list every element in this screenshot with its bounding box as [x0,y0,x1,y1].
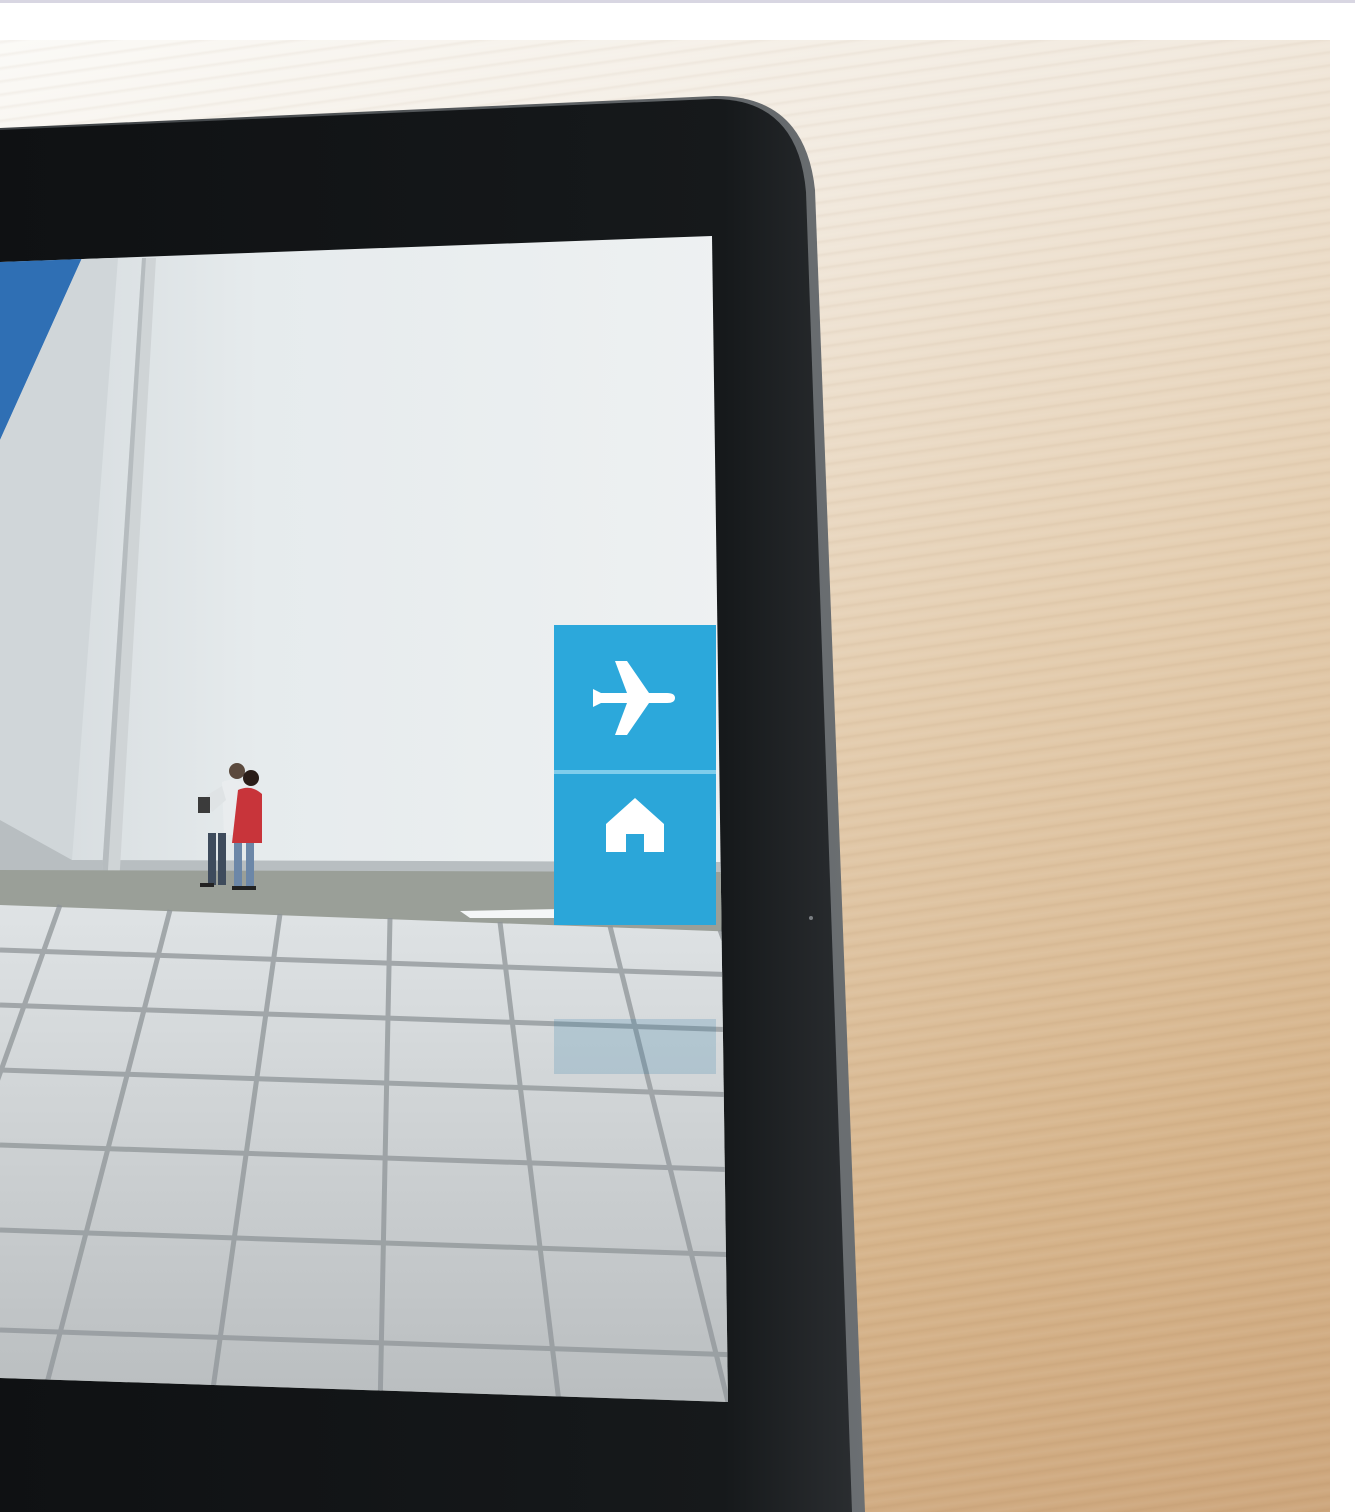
home-icon [606,797,664,852]
home-button[interactable] [554,774,716,1074]
photo-scene [0,0,1355,1512]
airplane-icon [593,660,675,735]
side-menu [554,625,716,1074]
bezel-sensor-dot [809,916,813,920]
flight-button[interactable] [554,625,716,770]
home-button-shadow [554,1019,716,1074]
